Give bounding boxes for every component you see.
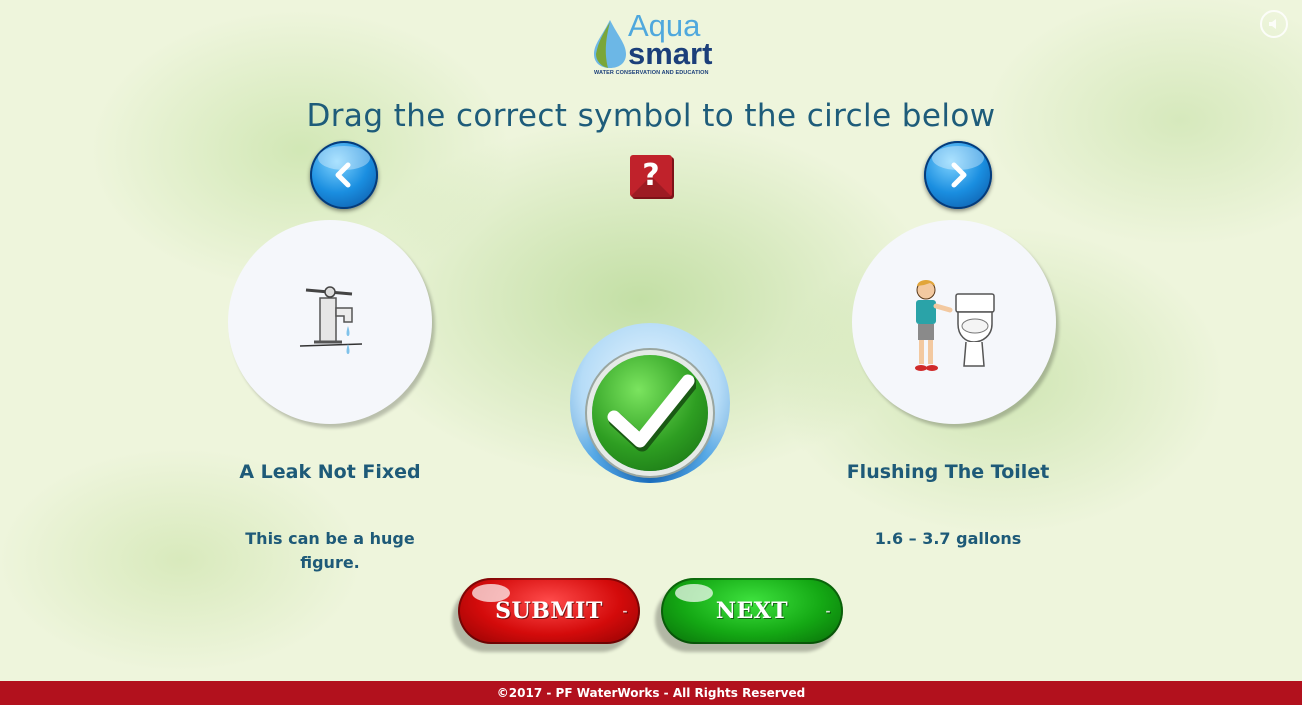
next-button-label: NEXT bbox=[715, 598, 789, 624]
help-button[interactable]: ? bbox=[630, 155, 672, 197]
footer-copyright: ©2017 - PF WaterWorks - All Rights Reser… bbox=[0, 681, 1302, 705]
card-description-leak: This can be a huge figure. bbox=[245, 529, 415, 572]
symbol-card-leak[interactable] bbox=[228, 220, 432, 424]
logo-text-smart: smart bbox=[628, 36, 713, 71]
submit-button-label: SUBMIT bbox=[495, 598, 603, 624]
card-label-toilet: Flushing The Toilet bbox=[846, 461, 1050, 483]
aquasmart-logo: Aqua smart WATER CONSERVATION AND EDUCAT… bbox=[590, 10, 730, 80]
logo-tagline: WATER CONSERVATION AND EDUCATION bbox=[594, 70, 709, 76]
page-title: Drag the correct symbol to the circle be… bbox=[306, 98, 996, 134]
sound-toggle-button[interactable] bbox=[1260, 10, 1288, 38]
submit-button[interactable]: SUBMIT - bbox=[458, 578, 640, 644]
leaking-faucet-icon bbox=[299, 286, 363, 354]
chevron-left-icon bbox=[335, 162, 351, 188]
symbol-card-toilet[interactable] bbox=[852, 220, 1056, 424]
checkmark-icon bbox=[607, 374, 696, 452]
chevron-right-icon bbox=[951, 162, 967, 188]
check-badge bbox=[592, 355, 708, 471]
speaker-icon bbox=[1269, 19, 1276, 29]
next-arrow-button[interactable] bbox=[924, 141, 992, 209]
boy-toilet-icon bbox=[915, 280, 995, 371]
card-description-toilet: 1.6 – 3.7 gallons bbox=[874, 529, 1022, 548]
drop-target-circle[interactable] bbox=[570, 323, 730, 483]
previous-button[interactable] bbox=[310, 141, 378, 209]
water-drop-leaf-icon bbox=[594, 20, 626, 68]
next-button[interactable]: NEXT - bbox=[661, 578, 843, 644]
card-label-leak: A Leak Not Fixed bbox=[239, 461, 421, 483]
question-icon: ? bbox=[642, 158, 660, 193]
